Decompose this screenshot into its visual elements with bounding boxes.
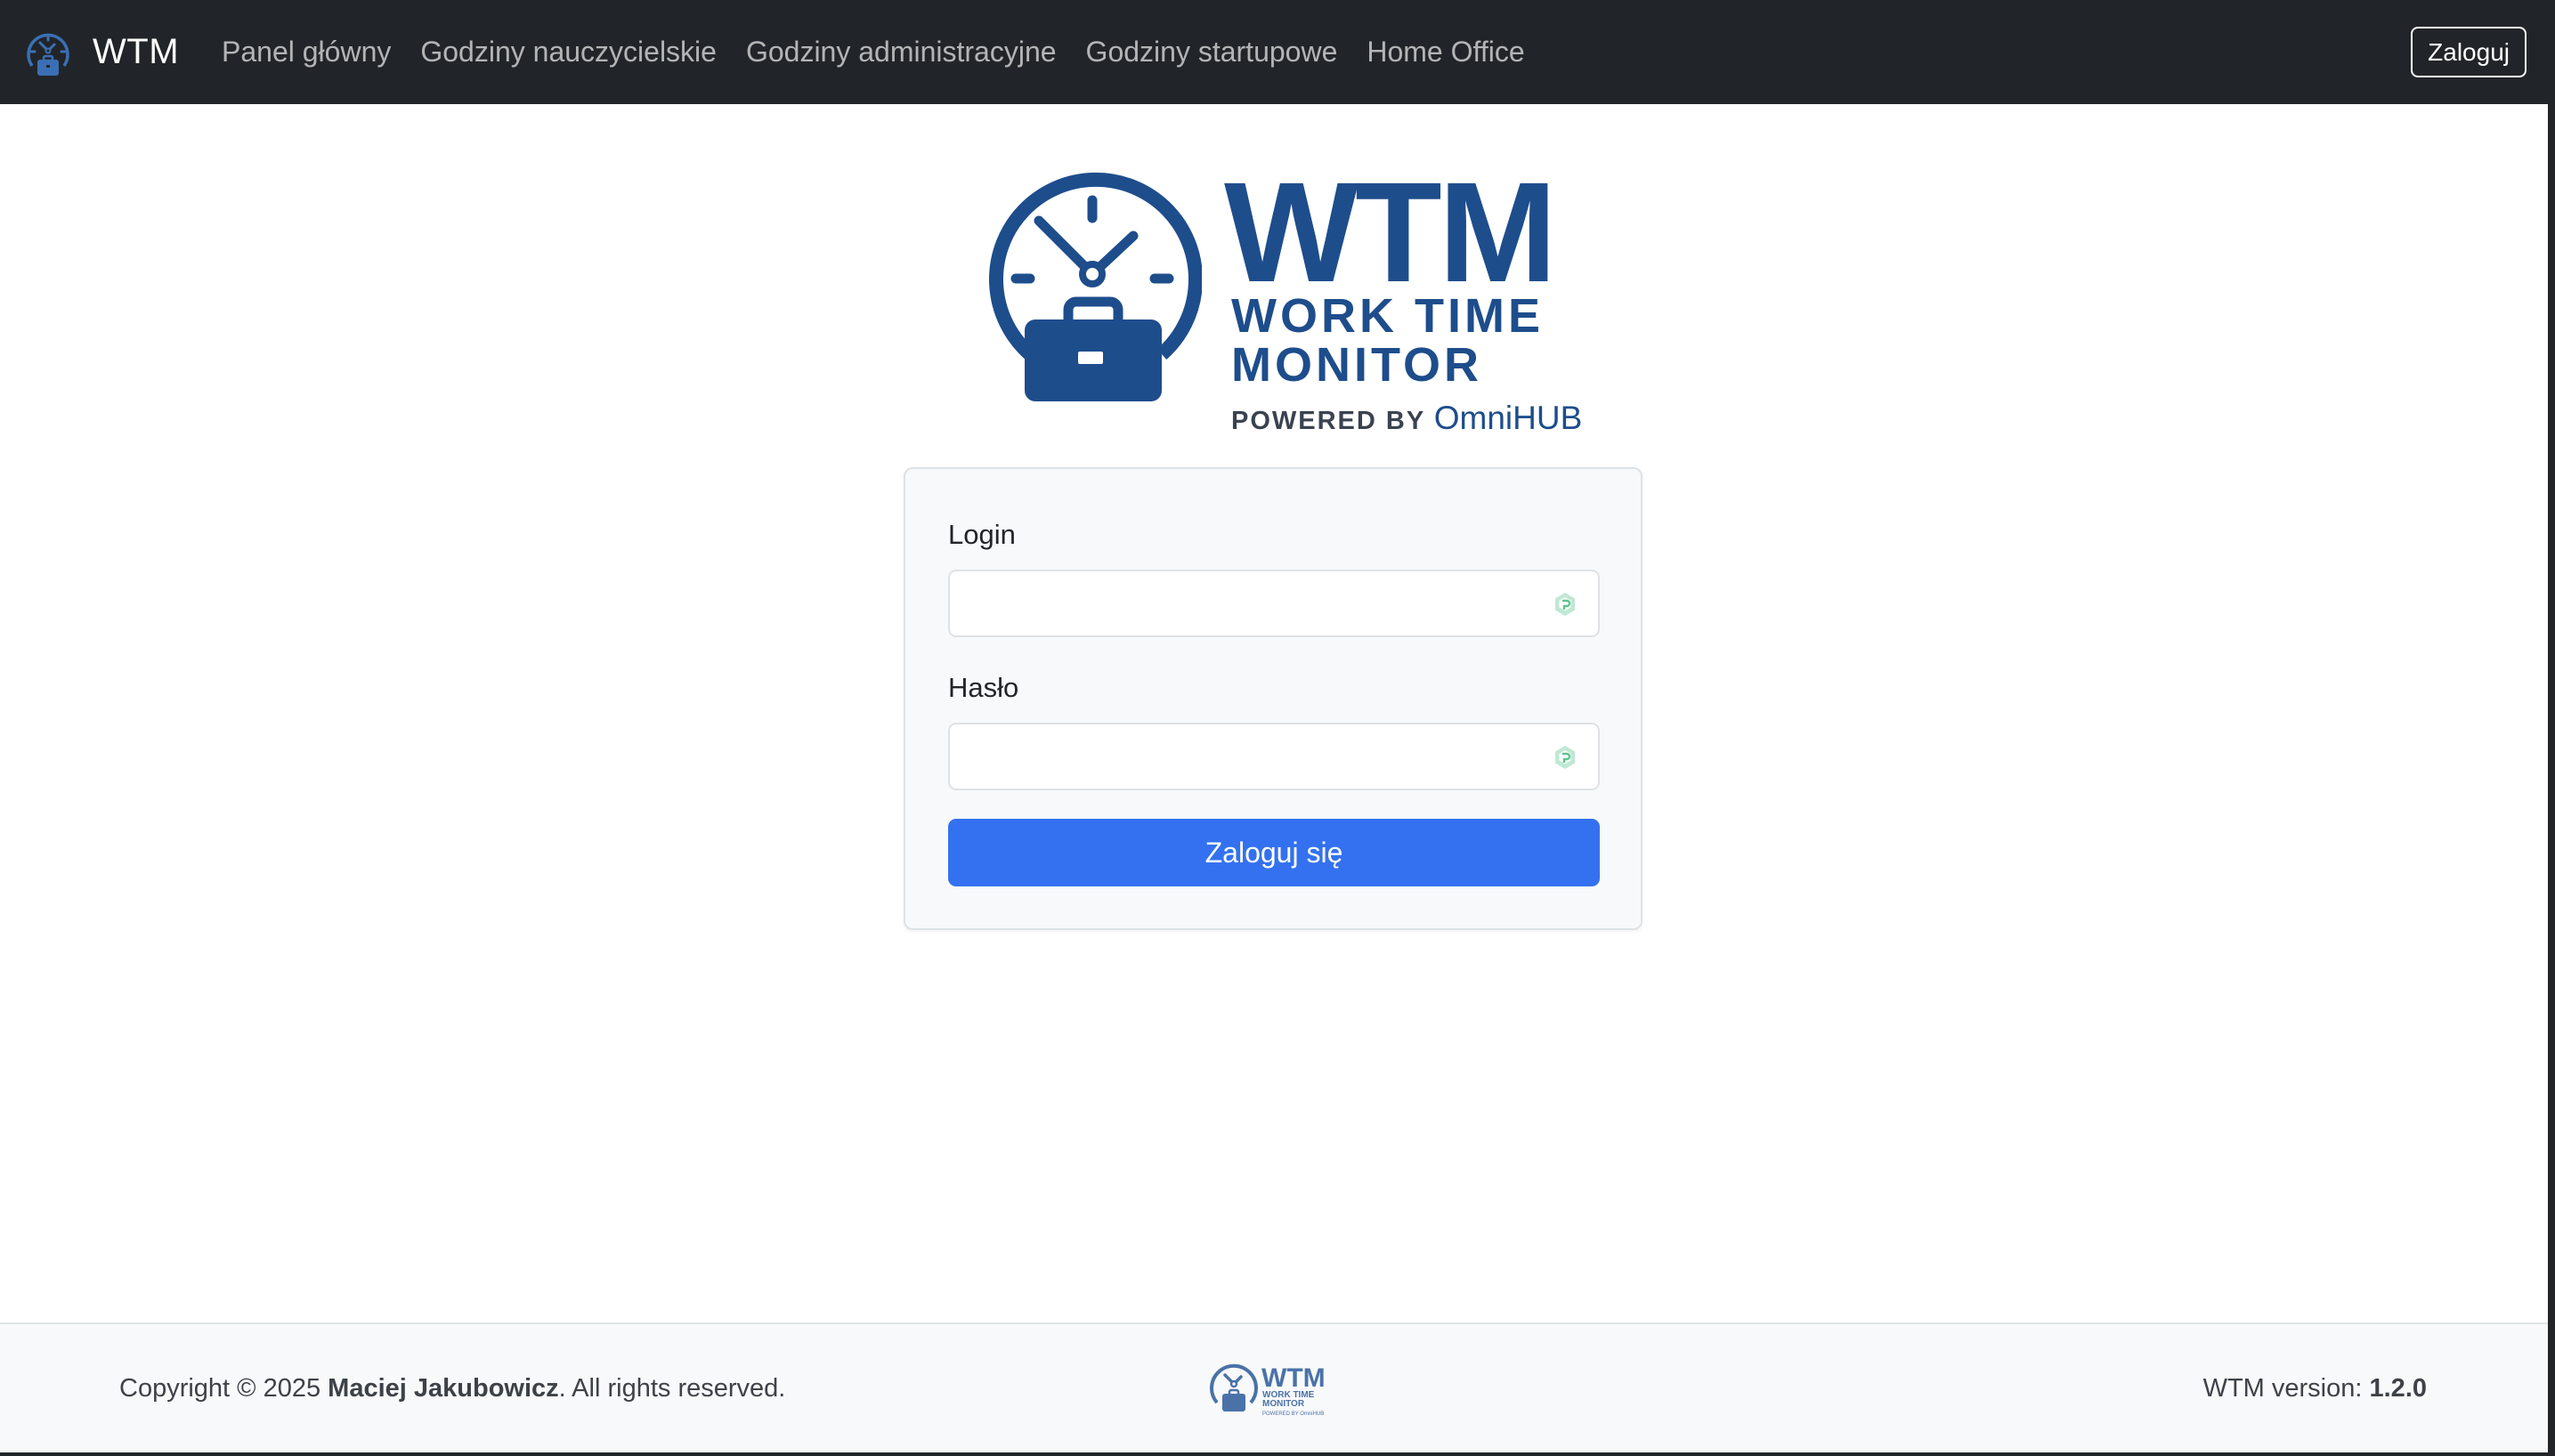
version-label: WTM version:	[2202, 1374, 2370, 1403]
password-label: Hasło	[948, 672, 1019, 703]
nav-link-godziny-nauczycielskie[interactable]: Godziny nauczycielskie	[420, 36, 717, 69]
logo-subtitle-line1: WORK TIME	[1231, 289, 1544, 343]
footer-wtm-logo: WTM WORK TIME MONITOR POWERED BY OmniHUB	[1210, 1363, 1326, 1417]
omnihub-brand: OmniHUB	[1433, 400, 1583, 436]
wtm-logo-icon	[27, 33, 69, 76]
nav-link-home-office[interactable]: Home Office	[1367, 36, 1524, 69]
nav-links: Panel główny Godziny nauczycielskie Godz…	[222, 36, 1554, 69]
copyright-author: Maciej Jakubowicz	[328, 1374, 559, 1403]
password-manager-icon[interactable]	[1552, 744, 1578, 771]
window-edge-bottom	[0, 1452, 2555, 1456]
brand-name: WTM	[93, 32, 180, 71]
clock-briefcase-icon	[989, 172, 1202, 401]
svg-text:WTM: WTM	[1261, 1363, 1326, 1393]
password-manager-icon[interactable]	[1552, 591, 1578, 618]
navbar-brand[interactable]: WTM	[23, 27, 179, 78]
login-label: Login	[948, 519, 1016, 550]
powered-by-text: POWERED BY	[1231, 407, 1425, 435]
main-logo: WTM WORK TIME MONITOR POWERED BY OmniHUB	[984, 161, 1582, 439]
footer: Copyright © 2025 Maciej Jakubowicz. All …	[0, 1323, 2548, 1452]
copyright-text: Copyright © 2025 Maciej Jakubowicz. All …	[119, 1374, 785, 1403]
logo-subtitle-line2: MONITOR	[1231, 338, 1482, 392]
svg-text:POWERED BY OmniHUB: POWERED BY OmniHUB	[1262, 1412, 1324, 1417]
nav-link-panel-glowny[interactable]: Panel główny	[222, 36, 391, 69]
copyright-suffix: . All rights reserved.	[558, 1374, 786, 1403]
nav-link-godziny-startupowe[interactable]: Godziny startupowe	[1086, 36, 1338, 69]
navbar-login-button[interactable]: Zaloguj	[2411, 27, 2527, 77]
copyright-prefix: Copyright © 2025	[119, 1374, 328, 1403]
password-input[interactable]	[948, 723, 1600, 790]
logo-title: WTM	[1224, 152, 1557, 311]
version-text: WTM version: 1.2.0	[2203, 1374, 2427, 1403]
logo-powered-by: POWERED BY OmniHUB	[1231, 401, 1582, 434]
version-number: 1.2.0	[2369, 1374, 2428, 1403]
nav-link-godziny-administracyjne[interactable]: Godziny administracyjne	[746, 36, 1057, 69]
top-navbar: WTM Panel główny Godziny nauczycielskie …	[0, 0, 2548, 104]
login-submit-button[interactable]: Zaloguj się	[948, 819, 1600, 886]
svg-text:MONITOR: MONITOR	[1262, 1399, 1305, 1409]
login-input[interactable]	[948, 570, 1600, 637]
window-edge-right	[2548, 0, 2555, 1456]
login-card: Login Hasło Zaloguj się	[904, 467, 1642, 930]
